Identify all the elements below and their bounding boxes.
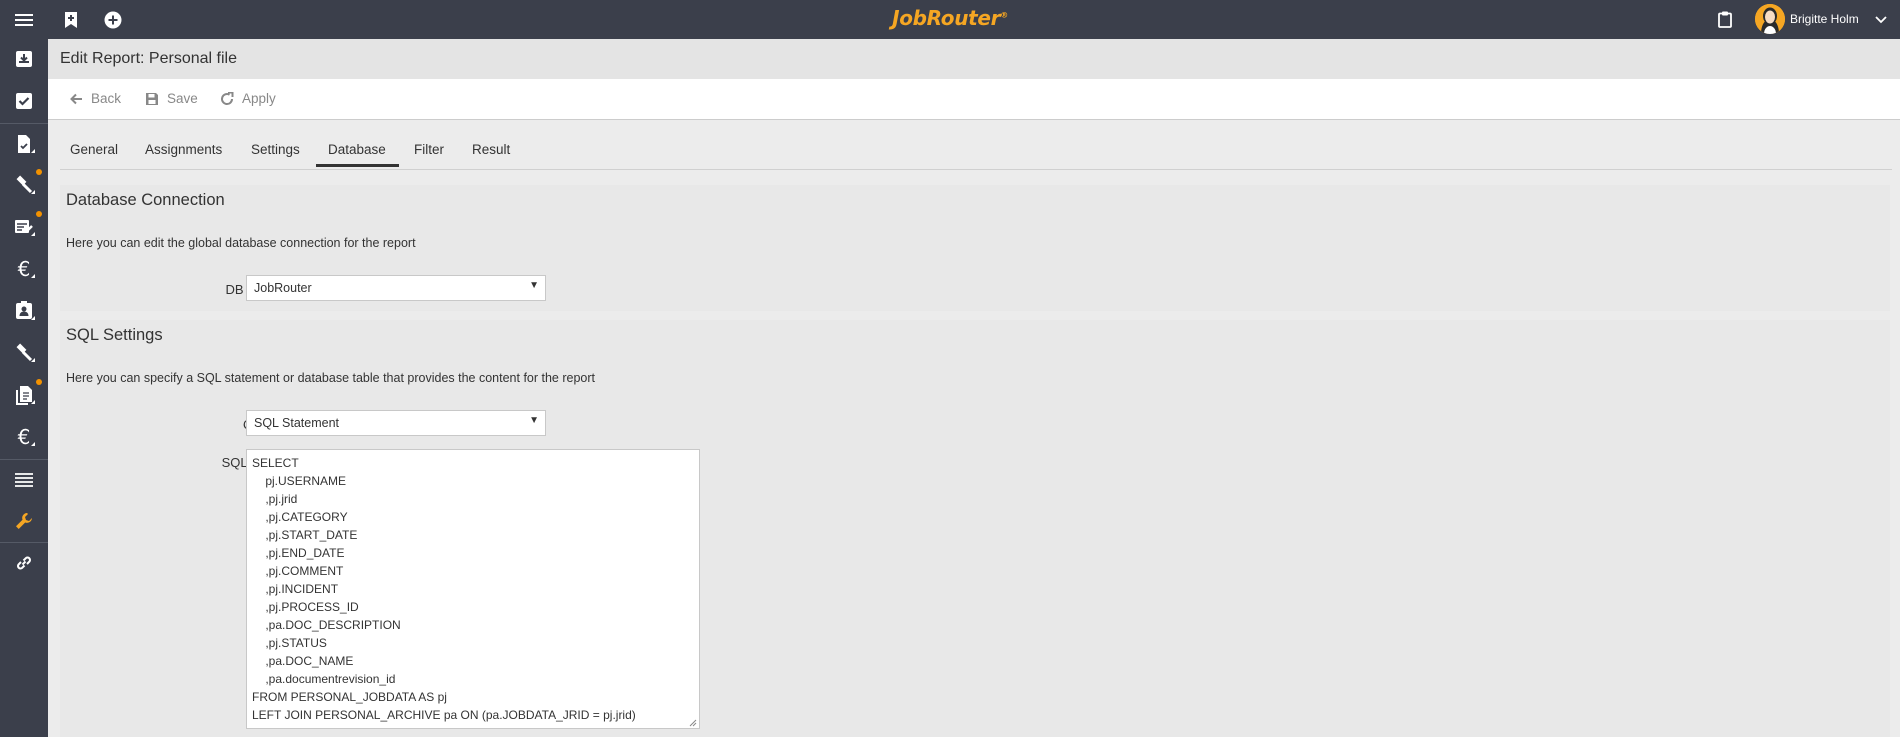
nav-finance-2[interactable]: € (0, 417, 48, 457)
toolbar: Back Save Apply (48, 79, 1900, 120)
page-title: Edit Report: Personal file (60, 50, 237, 67)
tab-settings[interactable]: Settings (251, 142, 300, 157)
euro-icon: € (17, 257, 31, 281)
notification-dot (36, 169, 42, 175)
nav-contacts[interactable] (0, 291, 48, 331)
nav-admin-tools[interactable] (0, 333, 48, 373)
left-navigation: € € (0, 39, 48, 737)
top-bar: JobRouter® Brigitte Holm (0, 0, 1900, 39)
db-connection-select[interactable]: JobRouter ▼ (246, 275, 546, 301)
nav-settings-wrench[interactable] (0, 501, 48, 541)
section-description: Here you can specify a SQL statement or … (66, 371, 596, 385)
sql-settings-section: SQL Settings Here you can specify a SQL … (60, 320, 1890, 737)
nav-documents[interactable] (0, 124, 48, 164)
avatar[interactable] (1755, 4, 1785, 34)
nav-finance[interactable]: € (0, 249, 48, 289)
section-title: Database Connection (66, 191, 225, 209)
nav-files[interactable] (0, 375, 48, 415)
tab-general[interactable]: General (70, 142, 118, 157)
checkbox-icon (16, 93, 32, 109)
tab-assignments[interactable]: Assignments (145, 142, 222, 157)
back-button[interactable]: Back (70, 91, 121, 106)
nav-inbox[interactable] (0, 39, 48, 79)
link-icon (17, 556, 31, 570)
active-tab-indicator (316, 164, 399, 167)
arrow-left-icon (70, 93, 82, 104)
tab-filter[interactable]: Filter (414, 142, 444, 157)
notification-dot (36, 211, 42, 217)
nav-tasks[interactable] (0, 81, 48, 121)
save-button[interactable]: Save (145, 91, 198, 106)
wrench-icon (16, 513, 32, 529)
floppy-disk-icon (146, 92, 158, 105)
user-name[interactable]: Brigitte Holm (1790, 12, 1859, 26)
jobrouter-logo[interactable]: JobRouter® (0, 6, 1900, 30)
page-header: Edit Report: Personal file (48, 39, 1900, 79)
notification-dot (36, 379, 42, 385)
tab-database[interactable]: Database (328, 142, 386, 157)
dropdown-caret-icon: ▼ (529, 415, 539, 426)
nav-forms[interactable] (0, 207, 48, 247)
database-connection-section: Database Connection Here you can edit th… (60, 185, 1890, 311)
query-type-select[interactable]: SQL Statement ▼ (246, 410, 546, 436)
refresh-icon (221, 91, 234, 105)
clipboard-icon[interactable] (1716, 0, 1734, 39)
tab-result[interactable]: Result (472, 142, 510, 157)
euro-icon: € (17, 425, 31, 449)
section-title: SQL Settings (66, 326, 163, 344)
resize-grip-icon[interactable] (689, 719, 697, 727)
nav-list[interactable] (0, 460, 48, 500)
nav-tools[interactable] (0, 165, 48, 205)
dropdown-caret-icon: ▼ (529, 280, 539, 291)
list-icon (15, 473, 33, 487)
sql-statement-textarea[interactable]: SELECT pj.USERNAME ,pj.jrid ,pj.CATEGORY… (246, 449, 700, 729)
inbox-download-icon (16, 51, 32, 67)
nav-links[interactable] (0, 543, 48, 583)
apply-button[interactable]: Apply (220, 91, 276, 106)
chevron-down-icon[interactable] (1874, 0, 1888, 39)
section-description: Here you can edit the global database co… (66, 236, 416, 250)
